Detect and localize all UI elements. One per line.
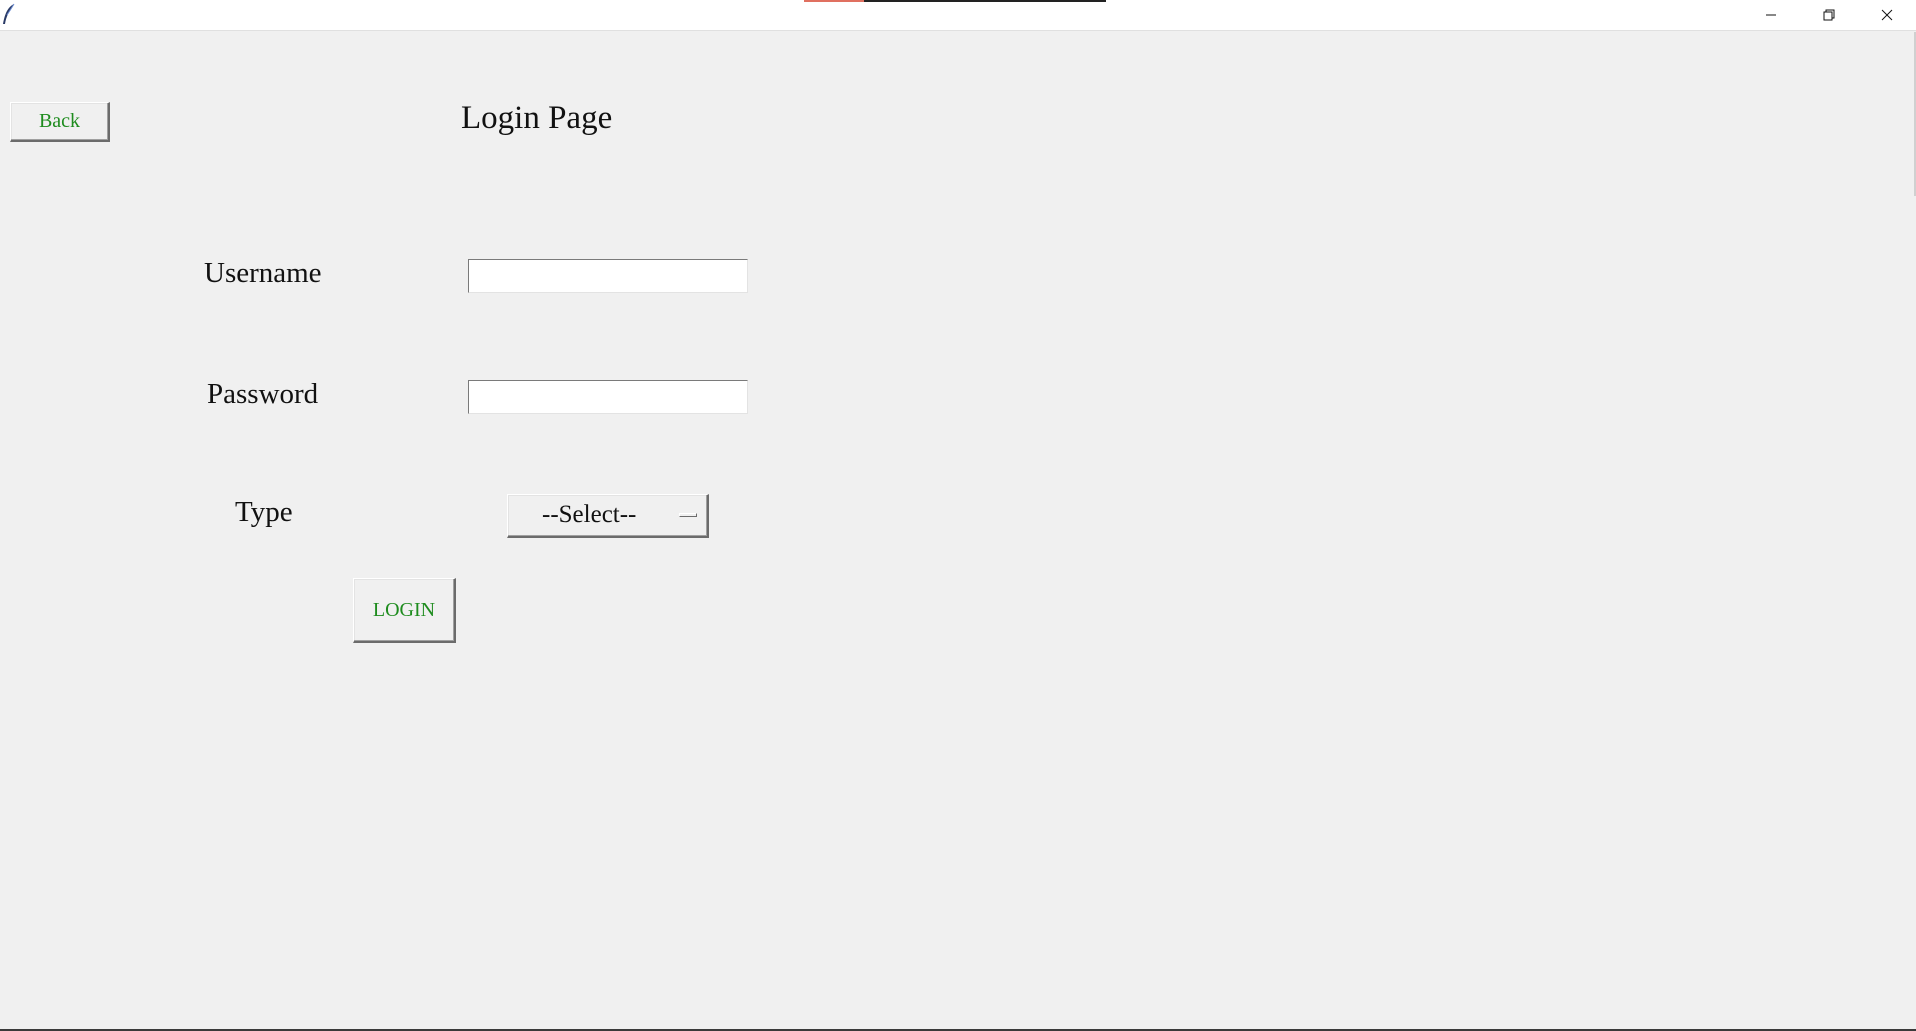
title-bar: [0, 0, 1916, 31]
type-dropdown-value: --Select--: [542, 501, 637, 528]
password-input[interactable]: [468, 380, 748, 414]
type-label: Type: [235, 496, 293, 528]
minimize-icon[interactable]: [1742, 0, 1800, 30]
title-accent-bar: [804, 0, 1106, 2]
restore-icon[interactable]: [1800, 0, 1858, 30]
tk-feather-icon: [2, 3, 16, 25]
login-button[interactable]: LOGIN: [353, 578, 456, 643]
type-dropdown[interactable]: --Select--: [507, 494, 709, 538]
app-window: Back Login Page Username Password Type -…: [0, 0, 1916, 1031]
username-label: Username: [204, 257, 322, 289]
password-label: Password: [207, 378, 319, 410]
close-icon[interactable]: [1858, 0, 1916, 30]
window-controls: [1742, 0, 1916, 30]
dropdown-indicator-icon: [679, 513, 697, 517]
page-title: Login Page: [461, 100, 613, 136]
username-input[interactable]: [468, 259, 748, 293]
back-button[interactable]: Back: [10, 102, 110, 142]
